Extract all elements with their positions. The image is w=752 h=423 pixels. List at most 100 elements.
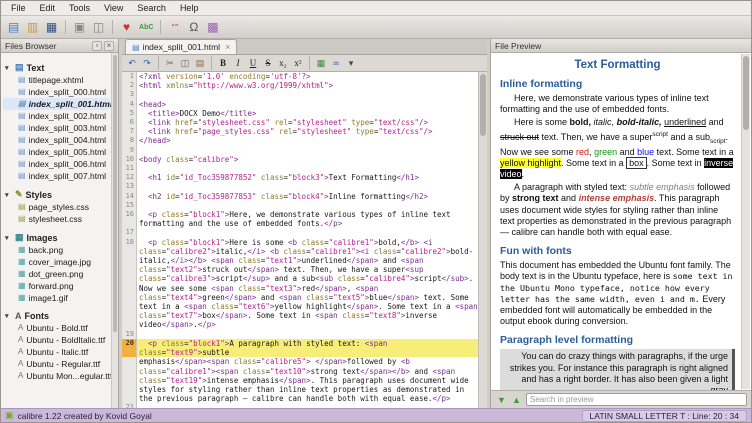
code-line[interactable]: 12 <h1 id="id_Toc359877852" class="block… [122,173,478,182]
code-text: <p class="block1">A paragraph with style… [137,339,478,357]
undo-icon: ↶ [128,58,136,69]
file-item[interactable]: ▤index_split_003.html [3,122,110,134]
editor-scrollbar[interactable] [478,72,487,408]
file-item[interactable]: ▤index_split_006.html [3,158,110,170]
arrange-files-button[interactable]: ▩ [204,19,221,36]
preview-scrollbar-thumb[interactable] [743,56,749,130]
create-checkpoint-button[interactable]: ▣ [71,19,88,36]
tree-section-text[interactable]: ▾▤Text [3,61,110,74]
code-line[interactable]: 1<?xml version='1.0' encoding='utf-8'?> [122,72,478,81]
menu-view[interactable]: View [97,2,130,14]
font-file-icon: A [18,323,23,333]
code-line[interactable]: 19 [122,330,478,339]
file-item[interactable]: ▤index_split_001.html [3,98,110,110]
save-button[interactable]: ▦ [43,19,60,36]
code-line[interactable]: 3 [122,90,478,99]
paste-button[interactable]: ▤ [193,56,207,70]
insert-tag-button[interactable]: ▾ [344,56,358,70]
menu-tools[interactable]: Tools [62,2,97,14]
code-line[interactable]: 5 <title>DOCX Demo</title> [122,109,478,118]
redo-button[interactable]: ↷ [140,56,154,70]
cut-button[interactable]: ✂ [163,56,177,70]
editor-scrollbar-thumb[interactable] [480,74,486,136]
underline-button[interactable]: U [246,56,260,70]
tree-section-fonts[interactable]: ▾AFonts [3,310,110,322]
code-line[interactable]: 13 [122,182,478,191]
file-item[interactable]: ▤stylesheet.css [3,213,110,225]
open-book-button[interactable]: ▥ [24,19,41,36]
file-item[interactable]: ▤index_split_005.html [3,146,110,158]
insert-special-character-button[interactable]: Ω [185,19,202,36]
file-item[interactable]: AUbuntu - Italic.ttf [3,346,110,358]
file-item[interactable]: ▦cover_image.jpg [3,256,110,268]
code-line[interactable]: 14 <h2 id="id_Toc359877853" class="block… [122,192,478,201]
copy-button[interactable]: ◫ [178,56,192,70]
code-line[interactable]: 9 [122,146,478,155]
file-item[interactable]: ▤titlepage.xhtml [3,74,110,86]
file-item[interactable]: AUbuntu - BoldItalic.ttf [3,334,110,346]
undo-button[interactable]: ↶ [125,56,139,70]
file-item[interactable]: ▤index_split_007.html [3,170,110,182]
italic-button[interactable]: I [231,56,245,70]
file-name: dot_green.png [29,269,84,279]
new-file-button[interactable]: ▤ [5,19,22,36]
subscript-button[interactable]: x₂ [276,56,290,70]
code-line[interactable]: 18 <p class="block1">Here is some <b cla… [122,238,478,330]
file-item[interactable]: ▦forward.png [3,280,110,292]
code-line[interactable]: 17 [122,228,478,237]
code-line[interactable]: emphasis</span><span class="calibre5"> <… [122,357,478,403]
code-line[interactable]: 20 <p class="block1">A paragraph with st… [122,339,478,357]
menu-search[interactable]: Search [130,2,173,14]
insert-link-button[interactable]: ∞ [329,56,343,70]
code-line[interactable]: 4<head> [122,100,478,109]
tree-section-styles[interactable]: ▾✎Styles [3,188,110,201]
code-line[interactable]: 11 [122,164,478,173]
preview-scrollbar[interactable] [741,54,750,389]
expand-triangle-icon: ▾ [5,191,12,199]
tree-section-images[interactable]: ▾▦Images [3,231,110,244]
close-panel-icon[interactable]: × [104,41,114,51]
strikethrough-button[interactable]: S [261,56,275,70]
file-item[interactable]: AUbuntu Mon...egular.ttf [3,370,110,382]
insert-image-button[interactable]: ▦ [314,56,328,70]
code-line[interactable]: 21 [122,403,478,408]
menu-help[interactable]: Help [173,2,206,14]
menu-file[interactable]: File [4,2,33,14]
file-item[interactable]: AUbuntu - Bold.ttf [3,322,110,334]
code-line[interactable]: 16 <p class="block1">Here, we demonstrat… [122,210,478,228]
file-item[interactable]: ▤index_split_004.html [3,134,110,146]
preview-document[interactable]: Text FormattingInline formattingHere, we… [491,53,751,390]
close-tab-icon[interactable]: × [225,42,230,52]
code-line[interactable]: 8</head> [122,136,478,145]
file-name: Ubuntu - Italic.ttf [26,347,88,357]
tab-index-split-001[interactable]: ▤ index_split_001.html × [125,39,237,54]
code-line[interactable]: 2<html xmlns="http://www.w3.org/1999/xht… [122,81,478,90]
file-item[interactable]: ▦image1.gif [3,292,110,304]
donate-button[interactable]: ♥ [118,19,135,36]
file-item[interactable]: ▦dot_green.png [3,268,110,280]
find-previous-button[interactable]: ▼ [495,393,508,406]
preview-search-input[interactable] [526,393,747,406]
find-next-button[interactable]: ▲ [510,393,523,406]
files-scrollbar[interactable] [111,53,118,408]
files-scrollbar-thumb[interactable] [113,55,117,332]
code-line[interactable]: 7 <link href="page_styles.css" rel="styl… [122,127,478,136]
line-number: 6 [122,118,137,127]
smarten-punctuation-button[interactable]: “” [166,19,183,36]
spellcheck-button[interactable]: AbC [137,19,155,36]
compare-book-button[interactable]: ◫ [90,19,107,36]
file-item[interactable]: ▦back.png [3,244,110,256]
code-editor[interactable]: 1<?xml version='1.0' encoding='utf-8'?>2… [122,72,487,408]
superscript-button[interactable]: x² [291,56,305,70]
file-item[interactable]: ▤index_split_002.html [3,110,110,122]
menu-edit[interactable]: Edit [33,2,63,14]
file-item[interactable]: ▤page_styles.css [3,201,110,213]
file-name: Ubuntu - Regular.ttf [26,359,100,369]
bold-button[interactable]: B [216,56,230,70]
file-item[interactable]: AUbuntu - Regular.ttf [3,358,110,370]
file-item[interactable]: ▤index_split_000.html [3,86,110,98]
code-line[interactable]: 6 <link href="stylesheet.css" rel="style… [122,118,478,127]
code-line[interactable]: 10<body class="calibre"> [122,155,478,164]
float-panel-icon[interactable]: ▫ [92,41,102,51]
code-line[interactable]: 15 [122,201,478,210]
